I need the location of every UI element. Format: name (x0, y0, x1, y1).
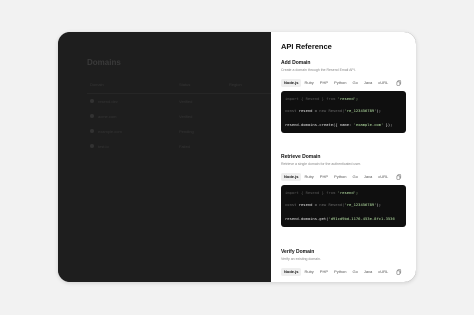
domains-table: Domain Status Region resend.dev Verified… (87, 78, 273, 154)
section-retrieve-domain: Retrieve Domain Retrieve a single domain… (281, 154, 406, 227)
status-badge: Verified (179, 114, 193, 119)
api-reference-panel: API Reference Add Domain Create a domain… (271, 32, 416, 282)
tab-ruby[interactable]: Ruby (301, 173, 316, 181)
tab-ruby[interactable]: Ruby (301, 268, 316, 276)
section-description: Retrieve a single domain for the authent… (281, 162, 361, 166)
table-row[interactable]: example.com Pending (87, 124, 271, 139)
language-tabs: Node.js Ruby PHP Python Go Java cURL (281, 172, 406, 182)
tab-nodejs[interactable]: Node.js (281, 79, 302, 87)
language-tabs: Node.js Ruby PHP Python Go Java cURL (281, 267, 406, 277)
tab-nodejs[interactable]: Node.js (281, 268, 302, 276)
domain-name: acme.com (98, 114, 117, 119)
tab-python[interactable]: Python (331, 268, 349, 276)
globe-icon (90, 144, 94, 148)
code-line: import { Resend } from 'resend'; (285, 96, 359, 101)
code-line: import { Resend } from 'resend'; (285, 190, 359, 195)
globe-icon (90, 114, 94, 118)
status-badge: Failed (179, 144, 190, 149)
column-header: Status (179, 82, 191, 87)
table-header: Domain Status Region (87, 78, 271, 93)
tab-go[interactable]: Go (349, 268, 360, 276)
copy-icon[interactable] (396, 174, 402, 180)
section-add-domain: Add Domain Create a domain through the R… (281, 60, 406, 133)
code-line: resend.domains.get('d91cd9bd-1176-453e-8… (285, 216, 395, 221)
domain-name: resend.dev (98, 99, 118, 104)
tab-curl[interactable]: cURL (375, 79, 391, 87)
tab-java[interactable]: Java (361, 268, 375, 276)
tab-php[interactable]: PHP (317, 79, 331, 87)
code-line: const resend = new Resend('re_123456789'… (285, 202, 382, 207)
tab-go[interactable]: Go (349, 79, 360, 87)
section-description: Verify an existing domain. (281, 257, 321, 261)
tab-curl[interactable]: cURL (375, 268, 391, 276)
code-block: import { Resend } from 'resend'; const r… (281, 185, 406, 227)
tab-java[interactable]: Java (361, 173, 375, 181)
app-window: Domains Domain Status Region resend.dev … (58, 32, 416, 282)
tab-java[interactable]: Java (361, 79, 375, 87)
dimmed-app-background: Domains Domain Status Region resend.dev … (58, 32, 273, 282)
section-title: Add Domain (281, 60, 311, 66)
panel-title: API Reference (281, 42, 332, 51)
tab-nodejs[interactable]: Node.js (281, 173, 302, 181)
domain-name: test.io (98, 144, 109, 149)
table-row[interactable]: acme.com Verified (87, 109, 271, 124)
table-row[interactable]: resend.dev Verified (87, 94, 273, 109)
table-row[interactable]: test.io Failed (87, 139, 271, 154)
section-description: Create a domain through the Resend Email… (281, 68, 356, 72)
tab-curl[interactable]: cURL (375, 173, 391, 181)
copy-icon[interactable] (396, 269, 402, 275)
tab-php[interactable]: PHP (317, 173, 331, 181)
tab-python[interactable]: Python (331, 79, 349, 87)
globe-icon (90, 99, 94, 103)
status-badge: Verified (179, 99, 193, 104)
column-header: Domain (90, 82, 104, 87)
tab-php[interactable]: PHP (317, 268, 331, 276)
status-badge: Pending (179, 129, 194, 134)
column-header: Region (229, 82, 242, 87)
domain-name: example.com (98, 129, 122, 134)
section-title: Retrieve Domain (281, 154, 321, 160)
globe-icon (90, 129, 94, 133)
copy-icon[interactable] (396, 80, 402, 86)
tab-python[interactable]: Python (331, 173, 349, 181)
code-line: const resend = new Resend('re_123456789'… (285, 108, 382, 113)
section-verify-domain: Verify Domain Verify an existing domain.… (281, 249, 406, 277)
tab-ruby[interactable]: Ruby (301, 79, 316, 87)
page-title: Domains (87, 58, 121, 67)
tab-go[interactable]: Go (349, 173, 360, 181)
code-block: import { Resend } from 'resend'; const r… (281, 91, 406, 133)
language-tabs: Node.js Ruby PHP Python Go Java cURL (281, 78, 406, 88)
section-title: Verify Domain (281, 249, 315, 255)
code-line: resend.domains.create({ name: 'example.c… (285, 122, 393, 127)
